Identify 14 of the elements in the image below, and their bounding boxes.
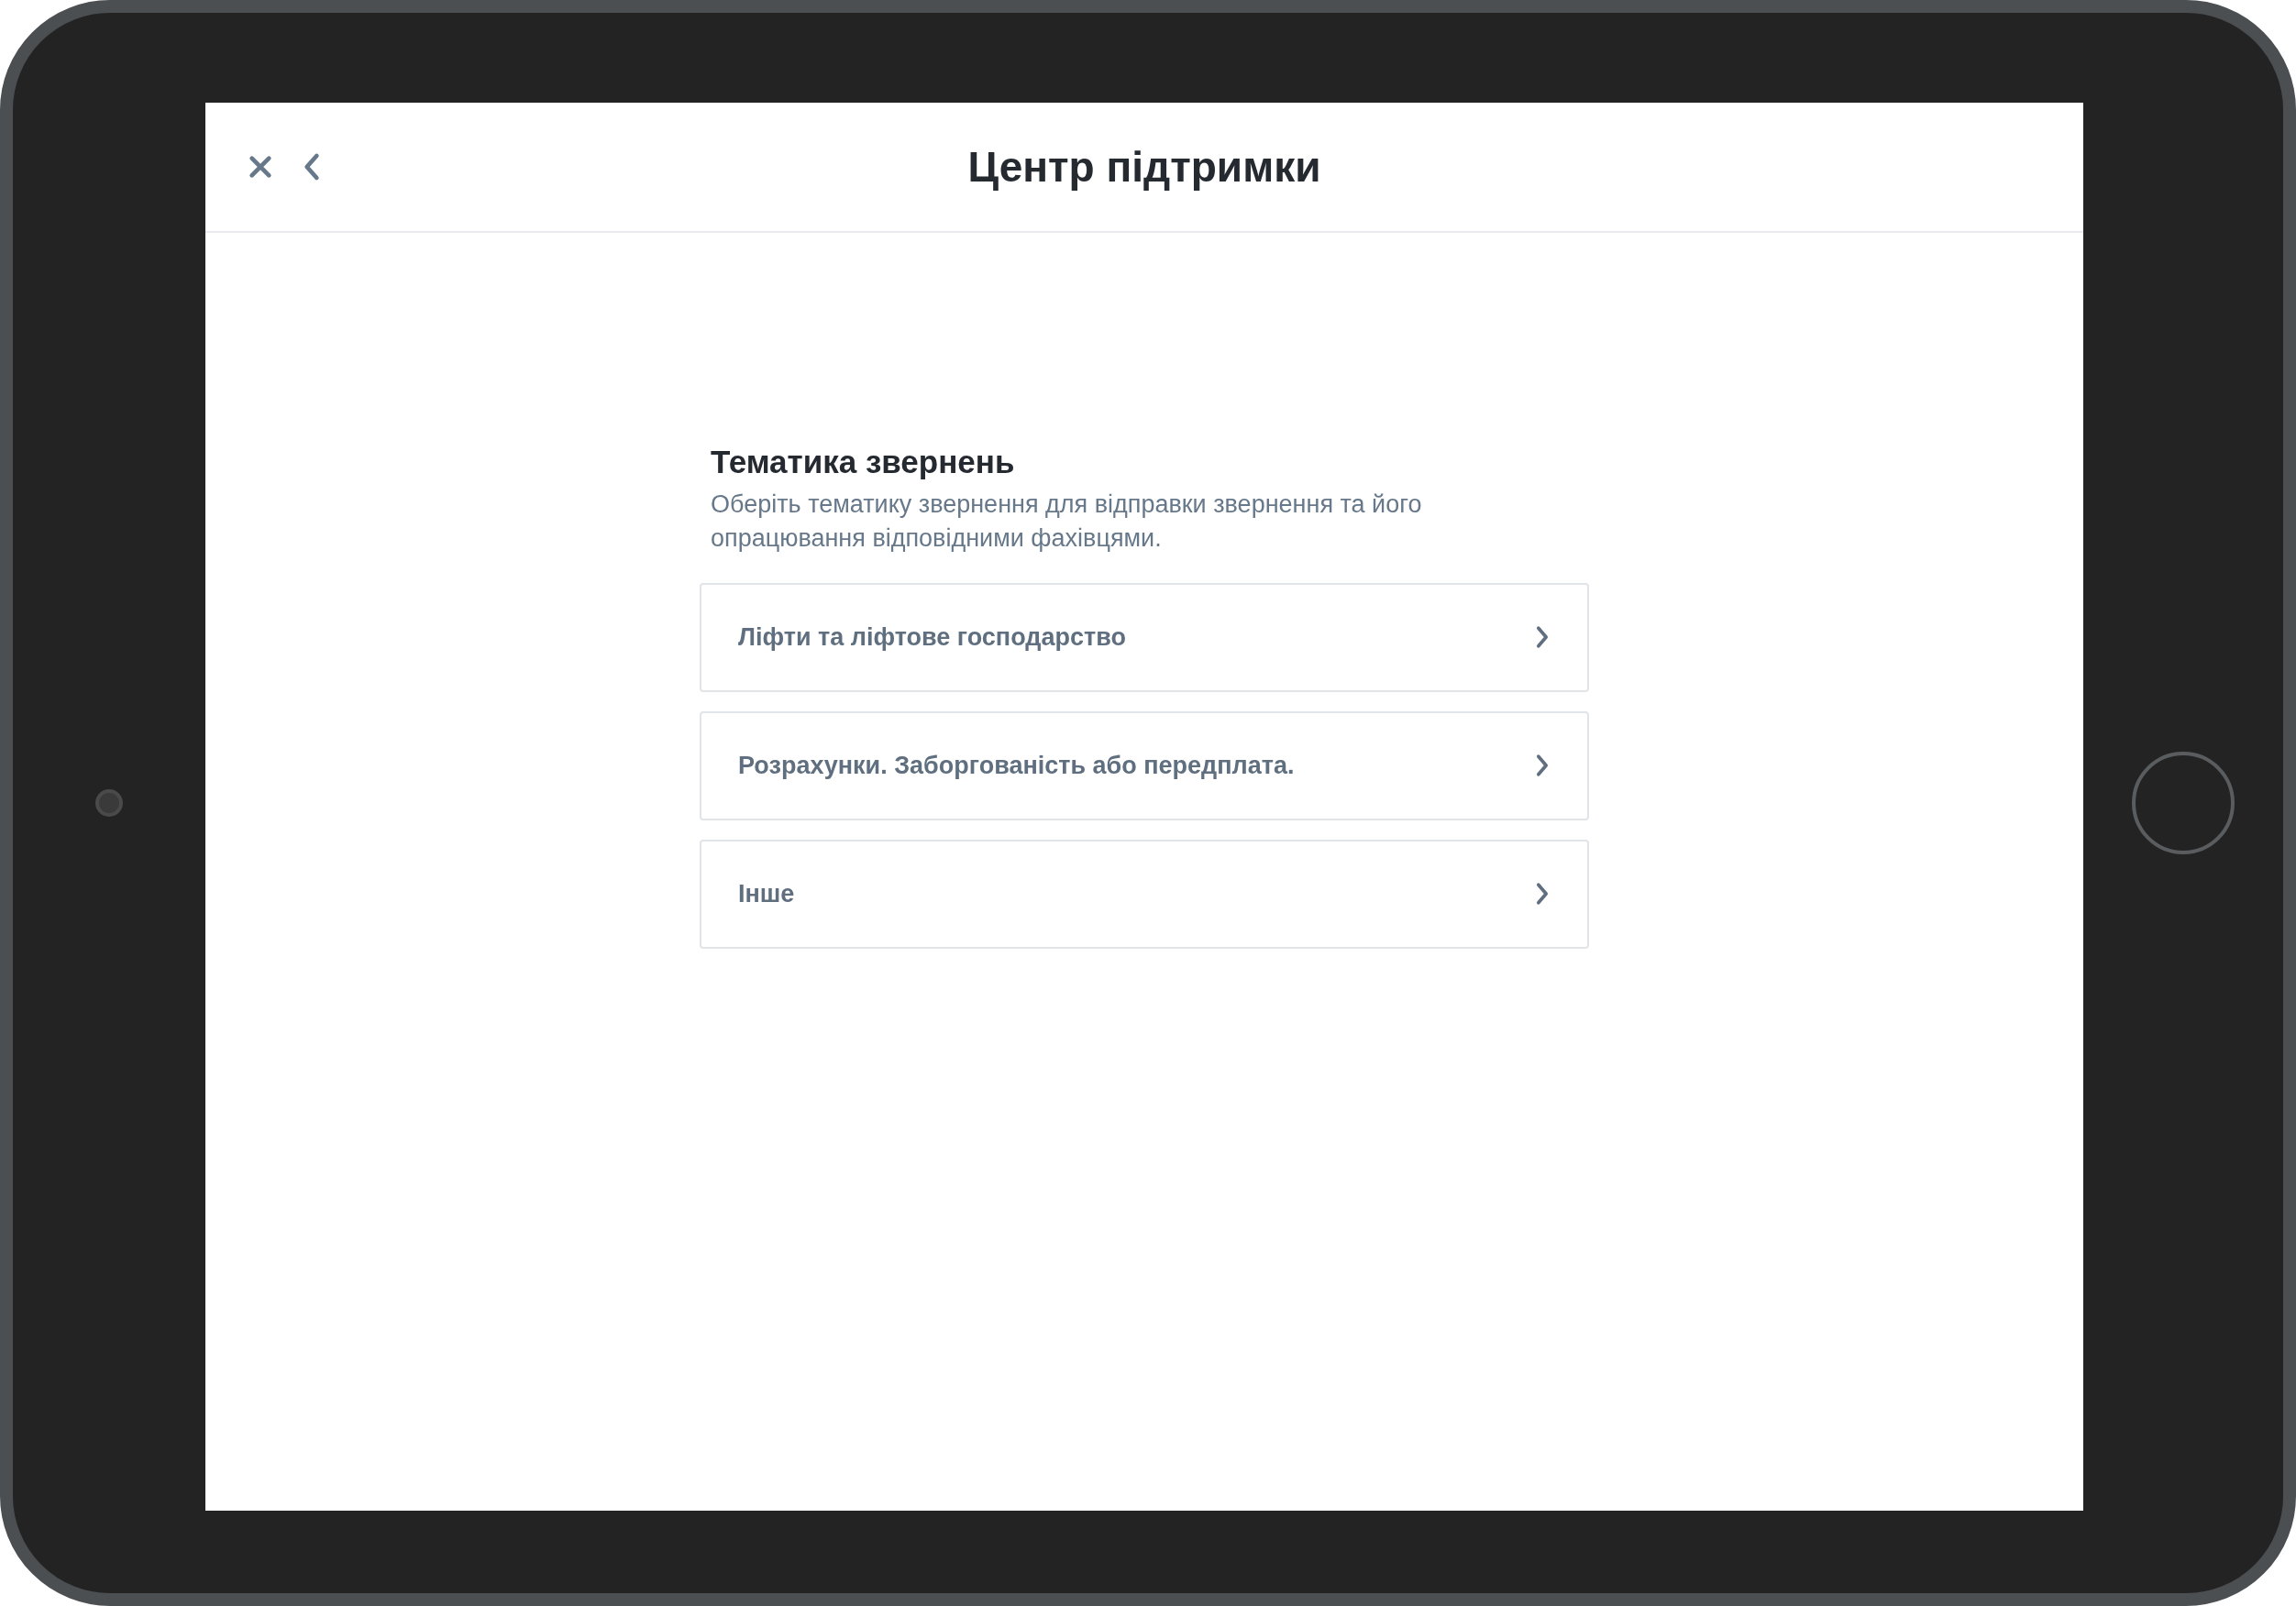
chevron-right-icon — [1534, 624, 1551, 651]
chevron-right-icon — [1534, 881, 1551, 908]
topic-item[interactable]: Розрахунки. Заборгованість або передплата. — [700, 710, 1589, 820]
page-title: Центр підтримки — [967, 141, 1321, 192]
topic-item[interactable]: Ліфти та ліфтове господарство — [700, 582, 1589, 692]
chevron-right-icon — [1534, 753, 1551, 779]
topic-label: Ліфти та ліфтове господарство — [738, 622, 1126, 653]
camera-icon — [95, 789, 123, 817]
section-description: Оберіть тематику звернення для відправки звернення та його опрацювання відповідними фахівцями. — [711, 489, 1423, 554]
topic-label: Інше — [738, 879, 795, 909]
home-button[interactable] — [2132, 752, 2235, 854]
topic-item[interactable]: Інше — [700, 839, 1589, 949]
topic-label: Розрахунки. Заборгованість або передплата. — [738, 751, 1295, 781]
section-title: Тематика звернень — [711, 443, 1016, 481]
